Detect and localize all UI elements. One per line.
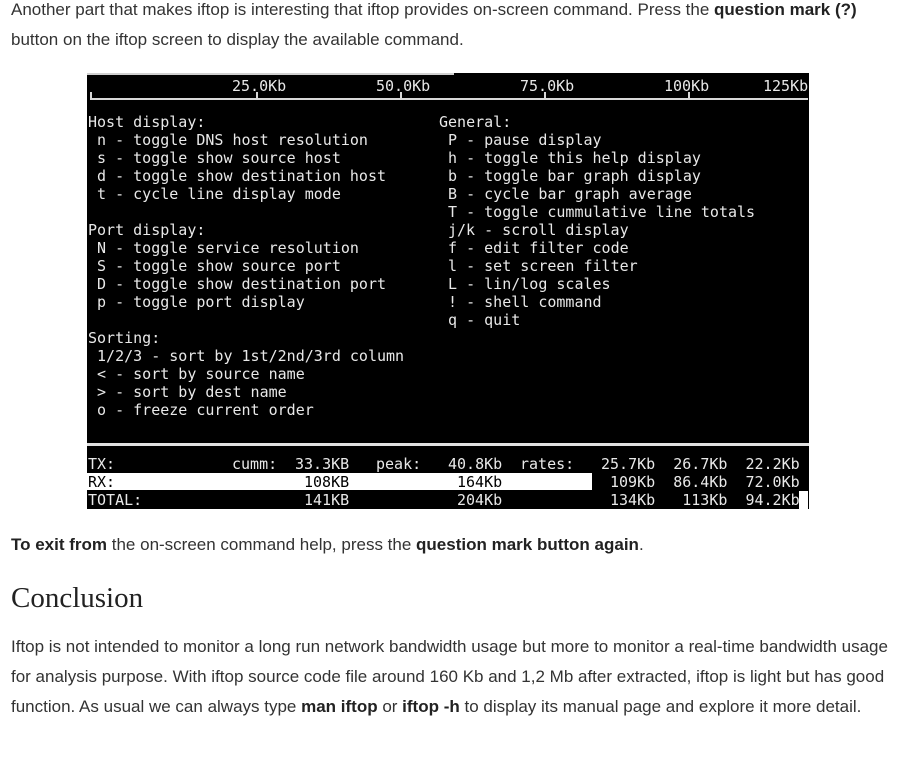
- separator-bar: [87, 443, 809, 446]
- host-item: n - toggle DNS host resolution: [88, 131, 368, 149]
- total-cumulative: 141KB: [304, 491, 350, 509]
- scale-tick: [256, 92, 258, 100]
- scale-label-75: 75.0Kb: [520, 77, 575, 95]
- tx-rates: 25.7Kb 26.7Kb 22.2Kb: [601, 455, 800, 473]
- scale-tick: [90, 92, 92, 100]
- conclusion-text-3: to display its manual page and explore i…: [459, 697, 862, 716]
- scale-label-125: 125Kb: [763, 77, 809, 95]
- rx-label: RX:: [88, 473, 116, 491]
- rx-peak: 164Kb: [457, 473, 503, 491]
- peak-label: peak:: [376, 455, 422, 473]
- rates-label: rates:: [520, 455, 575, 473]
- scale-label-25: 25.0Kb: [232, 77, 287, 95]
- conclusion-bold-man-iftop: man iftop: [301, 697, 378, 716]
- general-item: ! - shell command: [439, 293, 602, 311]
- conclusion-heading: Conclusion: [11, 582, 144, 614]
- exit-help-paragraph: To exit from the on-screen command help,…: [11, 530, 891, 560]
- port-item: N - toggle service resolution: [88, 239, 359, 257]
- scale-top-line: [87, 73, 454, 75]
- intro-paragraph: Another part that makes iftop is interes…: [11, 0, 891, 55]
- tx-peak: 40.8Kb: [448, 455, 503, 473]
- intro-bold-question-mark: question mark (?): [714, 0, 857, 19]
- tx-cumulative: 33.3KB: [295, 455, 350, 473]
- total-label: TOTAL:: [88, 491, 143, 509]
- rx-cumulative: 108KB: [304, 473, 350, 491]
- tx-label: TX:: [88, 455, 116, 473]
- scale-tick: [688, 92, 690, 100]
- port-item: p - toggle port display: [88, 293, 305, 311]
- general-title: General:: [439, 113, 512, 131]
- conclusion-paragraph: Iftop is not intended to monitor a long …: [11, 632, 896, 722]
- sort-item: 1/2/3 - sort by 1st/2nd/3rd column: [88, 347, 405, 365]
- conclusion-text-2: or: [377, 697, 403, 716]
- conclusion-bold-iftop-h: iftop -h: [402, 697, 460, 716]
- general-item: q - quit: [439, 311, 521, 329]
- intro-text-1: Another part that makes iftop is interes…: [11, 0, 715, 19]
- general-item: L - lin/log scales: [439, 275, 611, 293]
- scale-label-100: 100Kb: [664, 77, 710, 95]
- sort-item: o - freeze current order: [88, 401, 314, 419]
- sort-item: < - sort by source name: [88, 365, 305, 383]
- sort-item: > - sort by dest name: [88, 383, 287, 401]
- cumm-label: cumm:: [232, 455, 278, 473]
- general-item: T - toggle cummulative line totals: [439, 203, 756, 221]
- host-item: d - toggle show destination host: [88, 167, 387, 185]
- general-item: l - set screen filter: [439, 257, 638, 275]
- general-item: b - toggle bar graph display: [439, 167, 701, 185]
- host-item: t - cycle line display mode: [88, 185, 341, 203]
- terminal-cursor: [799, 491, 808, 509]
- scale-tick: [544, 92, 546, 100]
- scale-bar: [90, 98, 808, 100]
- total-rates: 134Kb 113Kb 94.2Kb: [610, 491, 800, 509]
- exit-bold-2: question mark button again: [416, 535, 639, 554]
- port-item: S - toggle show source port: [88, 257, 341, 275]
- scale-label-50: 50.0Kb: [376, 77, 431, 95]
- iftop-help-screenshot: 25.0Kb 50.0Kb 75.0Kb 100Kb 125Kb Host di…: [87, 73, 809, 509]
- total-peak: 204Kb: [457, 491, 503, 509]
- exit-text-1: the on-screen command help, press the: [107, 535, 417, 554]
- general-item: P - pause display: [439, 131, 602, 149]
- exit-bold-1: To exit from: [11, 535, 108, 554]
- host-display-title: Host display:: [88, 113, 206, 131]
- intro-text-2: button on the iftop screen to display th…: [11, 30, 464, 49]
- general-item: B - cycle bar graph average: [439, 185, 692, 203]
- port-item: D - toggle show destination port: [88, 275, 387, 293]
- general-item: f - edit filter code: [439, 239, 629, 257]
- sorting-title: Sorting:: [88, 329, 161, 347]
- host-item: s - toggle show source host: [88, 149, 341, 167]
- exit-text-2: .: [638, 535, 644, 554]
- scale-tick: [400, 92, 402, 100]
- general-item: h - toggle this help display: [439, 149, 701, 167]
- port-display-title: Port display:: [88, 221, 206, 239]
- rx-rates: 109Kb 86.4Kb 72.0Kb: [610, 473, 800, 491]
- general-item: j/k - scroll display: [448, 221, 629, 239]
